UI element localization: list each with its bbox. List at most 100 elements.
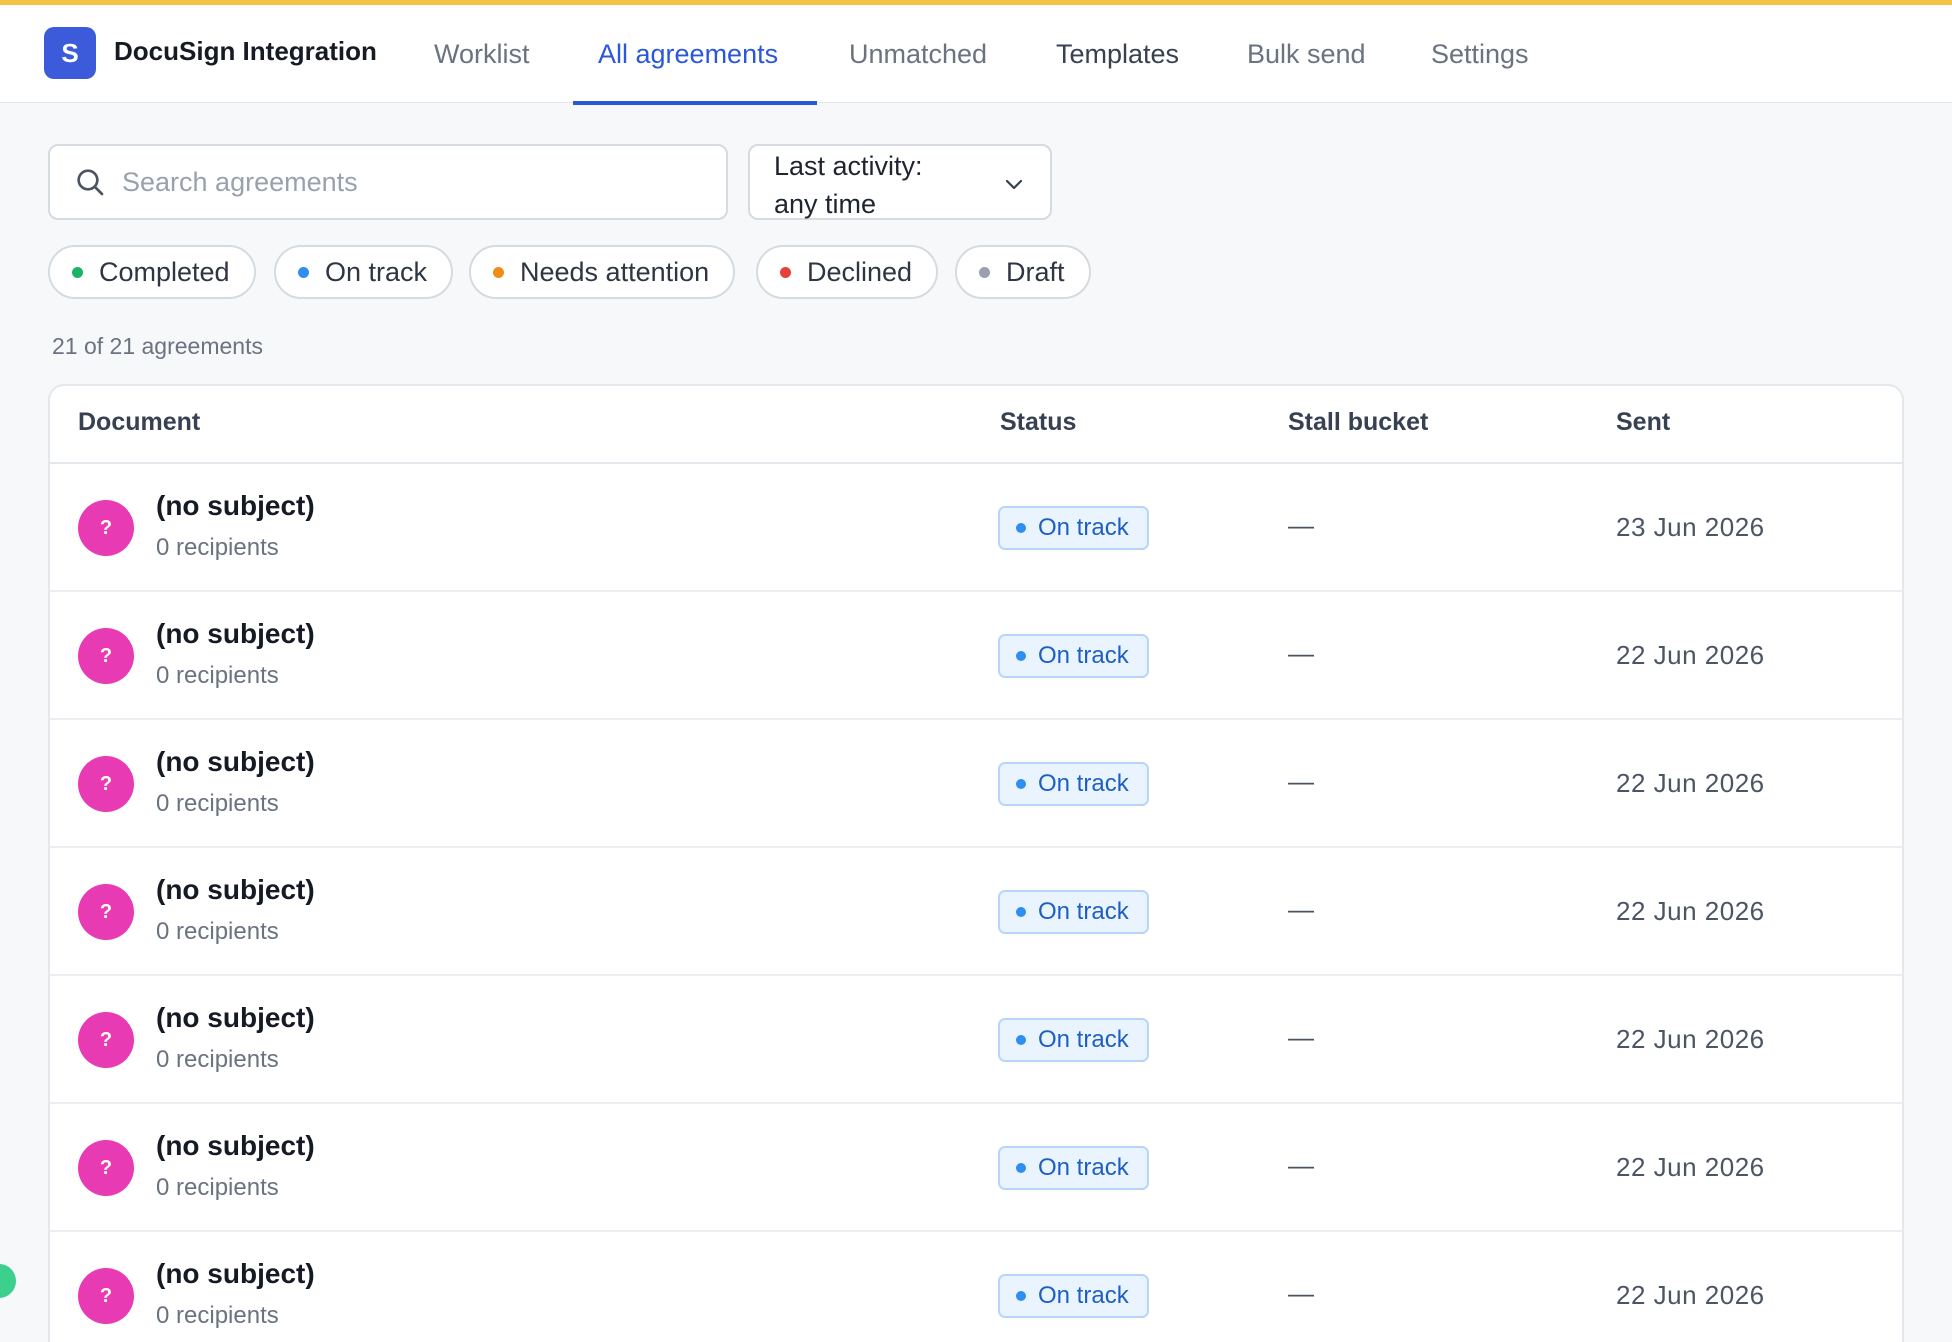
status-badge: On track <box>998 1018 1149 1062</box>
table-row[interactable]: ? (no subject) 0 recipients On track — 2… <box>50 848 1902 976</box>
table-row[interactable]: ? (no subject) 0 recipients On track — 2… <box>50 1232 1902 1342</box>
table-row[interactable]: ? (no subject) 0 recipients On track — 2… <box>50 720 1902 848</box>
status-dot <box>1016 523 1026 533</box>
tab-bulk-send[interactable]: Bulk send <box>1221 5 1392 103</box>
chip-label: Declined <box>807 256 913 287</box>
app-title: DocuSign Integration <box>114 36 377 66</box>
avatar: ? <box>78 628 134 684</box>
status-dot <box>493 266 504 278</box>
tab-worklist[interactable]: Worklist <box>408 5 556 103</box>
status-badge: On track <box>998 1274 1149 1318</box>
avatar: ? <box>78 884 134 940</box>
column-header-status[interactable]: Status <box>1000 408 1076 437</box>
status-badge: On track <box>998 634 1149 678</box>
column-header-document[interactable]: Document <box>78 408 200 437</box>
help-bubble[interactable] <box>0 1264 16 1298</box>
avatar: ? <box>78 1012 134 1068</box>
chip-label: Draft <box>1006 256 1065 287</box>
stall-bucket: — <box>1288 638 1314 668</box>
status-dot <box>1016 779 1026 789</box>
document-title[interactable]: (no subject) <box>156 1002 315 1034</box>
document-title[interactable]: (no subject) <box>156 746 315 778</box>
status-badge: On track <box>998 890 1149 934</box>
table-row[interactable]: ? (no subject) 0 recipients On track — 2… <box>50 592 1902 720</box>
document-title[interactable]: (no subject) <box>156 490 315 522</box>
filter-chip-draft[interactable]: Draft <box>955 245 1091 299</box>
search-box[interactable] <box>48 144 728 220</box>
status-badge: On track <box>998 762 1149 806</box>
document-title[interactable]: (no subject) <box>156 618 315 650</box>
document-title[interactable]: (no subject) <box>156 1130 315 1162</box>
status-dot <box>780 266 791 278</box>
filter-chip-needs-attention[interactable]: Needs attention <box>469 245 736 299</box>
chip-label: Completed <box>99 256 230 287</box>
document-recipients: 0 recipients <box>156 1302 279 1329</box>
table-header: Document Status Stall bucket Sent <box>50 386 1902 464</box>
filter-chip-declined[interactable]: Declined <box>756 245 939 299</box>
agreements-table: Document Status Stall bucket Sent ? (no … <box>48 384 1904 1342</box>
status-dot <box>298 266 309 278</box>
tab-all-agreements[interactable]: All agreements <box>572 5 804 103</box>
status-dot <box>1016 651 1026 661</box>
agreements-count: 21 of 21 agreements <box>52 333 263 359</box>
filter-chip-completed[interactable]: Completed <box>48 245 256 299</box>
tab-templates[interactable]: Templates <box>1030 5 1205 103</box>
table-row[interactable]: ? (no subject) 0 recipients On track — 2… <box>50 1104 1902 1232</box>
table-row[interactable]: ? (no subject) 0 recipients On track — 2… <box>50 464 1902 592</box>
stall-bucket: — <box>1288 1150 1314 1180</box>
stall-bucket: — <box>1288 510 1314 540</box>
column-header-stall-bucket[interactable]: Stall bucket <box>1288 408 1428 437</box>
chip-label: On track <box>325 256 428 287</box>
status-label: On track <box>1038 770 1129 797</box>
status-label: On track <box>1038 1282 1129 1309</box>
status-label: On track <box>1038 1154 1129 1181</box>
app-logo[interactable]: S <box>44 27 96 79</box>
status-label: On track <box>1038 898 1129 925</box>
status-dot <box>72 266 83 278</box>
document-recipients: 0 recipients <box>156 1174 279 1201</box>
status-dot <box>1016 907 1026 917</box>
stall-bucket: — <box>1288 1022 1314 1052</box>
last-activity-label: Last activity: <box>774 151 923 181</box>
sent-date: 22 Jun 2026 <box>1616 768 1765 798</box>
avatar: ? <box>78 756 134 812</box>
avatar: ? <box>78 500 134 556</box>
document-title[interactable]: (no subject) <box>156 1258 315 1290</box>
stall-bucket: — <box>1288 894 1314 924</box>
search-icon <box>77 169 104 196</box>
tab-unmatched[interactable]: Unmatched <box>823 5 1013 103</box>
top-nav: S DocuSign Integration Worklist All agre… <box>0 5 1952 105</box>
tab-settings[interactable]: Settings <box>1405 5 1555 103</box>
status-badge: On track <box>998 1146 1149 1190</box>
sent-date: 22 Jun 2026 <box>1616 1280 1765 1310</box>
document-recipients: 0 recipients <box>156 790 279 817</box>
status-label: On track <box>1038 1026 1129 1053</box>
chevron-down-icon <box>1005 179 1023 190</box>
avatar: ? <box>78 1268 134 1324</box>
avatar: ? <box>78 1140 134 1196</box>
document-recipients: 0 recipients <box>156 662 279 689</box>
status-label: On track <box>1038 514 1129 541</box>
filter-chip-on-track[interactable]: On track <box>274 245 454 299</box>
stall-bucket: — <box>1288 766 1314 796</box>
status-dot <box>1016 1163 1026 1173</box>
document-recipients: 0 recipients <box>156 918 279 945</box>
status-label: On track <box>1038 642 1129 669</box>
search-input[interactable] <box>122 160 702 204</box>
sent-date: 22 Jun 2026 <box>1616 1024 1765 1054</box>
last-activity-select[interactable]: Last activity: any time <box>748 144 1052 220</box>
document-recipients: 0 recipients <box>156 534 279 561</box>
status-dot <box>979 266 990 278</box>
column-header-sent[interactable]: Sent <box>1616 408 1670 437</box>
status-dot <box>1016 1291 1026 1301</box>
table-row[interactable]: ? (no subject) 0 recipients On track — 2… <box>50 976 1902 1104</box>
document-recipients: 0 recipients <box>156 1046 279 1073</box>
stall-bucket: — <box>1288 1278 1314 1308</box>
sent-date: 22 Jun 2026 <box>1616 1152 1765 1182</box>
document-title[interactable]: (no subject) <box>156 874 315 906</box>
sent-date: 23 Jun 2026 <box>1616 512 1765 542</box>
active-tab-indicator <box>573 101 817 105</box>
status-badge: On track <box>998 506 1149 550</box>
last-activity-value: any time <box>774 189 877 219</box>
chip-label: Needs attention <box>520 256 710 287</box>
